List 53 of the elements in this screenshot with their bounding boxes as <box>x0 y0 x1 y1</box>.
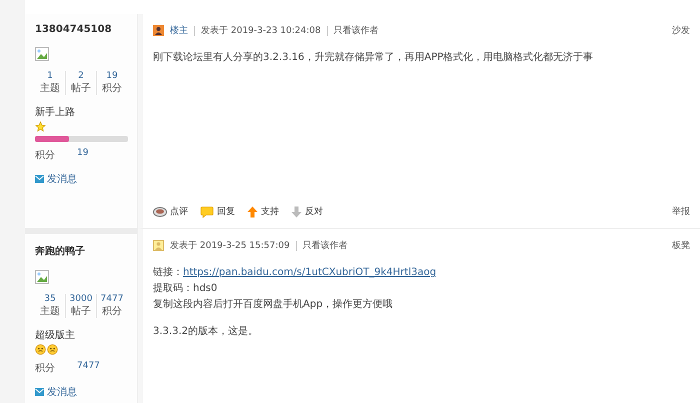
floor-number: 板凳 <box>672 240 690 252</box>
bowl-icon <box>153 206 167 216</box>
post-action[interactable]: 反对 <box>291 205 323 218</box>
username[interactable]: 奔跑的鸭子 <box>35 244 127 258</box>
stat-value[interactable]: 35 <box>44 294 56 304</box>
stat-label: 主题 <box>40 82 60 95</box>
smiley-icon <box>47 344 58 355</box>
stat-value[interactable]: 3000 <box>70 294 92 304</box>
stat-value[interactable]: 19 <box>106 71 118 81</box>
stat-label: 帖子 <box>71 82 91 95</box>
points-label: 积分 <box>35 149 55 162</box>
star-icon <box>35 121 46 132</box>
smiley-icon <box>35 344 46 355</box>
stat-value[interactable]: 7477 <box>100 294 124 304</box>
user-rank: 新手上路 <box>35 106 76 119</box>
stat-value[interactable]: 1 <box>47 71 53 81</box>
post-text: 复制这段内容后打开百度网盘手机App，操作更方便哦 <box>153 298 394 312</box>
stat-label: 主题 <box>40 304 60 318</box>
broken-image-icon <box>35 47 49 61</box>
share-link[interactable]: https://pan.baidu.com/s/1utCXubriOT_9k4Hrtl3aog <box>183 267 436 278</box>
stat-label: 帖子 <box>71 304 91 318</box>
post-text: 提取码：hds0 <box>153 282 218 296</box>
send-message-link[interactable]: 发消息 <box>35 172 127 186</box>
user-rank: 超级版主 <box>35 328 76 342</box>
author-only-link[interactable]: 只看该作者 <box>334 24 379 37</box>
user-icon <box>153 240 164 251</box>
mail-icon <box>35 175 44 183</box>
speech-bubble-icon <box>200 206 214 218</box>
floor-number: 沙发 <box>672 24 690 37</box>
report-link[interactable]: 举报 <box>672 205 690 218</box>
points-label: 积分 <box>35 362 55 375</box>
post-time: 发表于 2019-3-23 10:24:08 <box>201 24 321 37</box>
broken-image-icon <box>35 270 49 284</box>
stat-value[interactable]: 2 <box>78 71 84 81</box>
stat-label: 积分 <box>102 305 122 318</box>
post-time: 发表于 2019-3-25 15:57:09 <box>170 240 290 252</box>
post-action[interactable]: 回复 <box>200 205 235 218</box>
post-text: 刚下载论坛里有人分享的3.2.3.16，升完就存储异常了，再用APP格式化，用电脑格式化都无济于事 <box>153 51 594 65</box>
post-action[interactable]: 点评 <box>153 205 188 218</box>
post-text: 3.3.3.2的版本，这是。 <box>153 325 259 339</box>
post-action[interactable]: 支持 <box>247 205 279 218</box>
user-icon <box>153 25 164 36</box>
down-arrow-icon <box>291 206 302 218</box>
up-arrow-icon <box>247 206 258 218</box>
author-only-link[interactable]: 只看该作者 <box>302 239 348 252</box>
username[interactable]: 13804745108 <box>35 24 127 35</box>
points-value: 7477 <box>77 361 100 373</box>
stat-label: 积分 <box>102 82 122 95</box>
points-value: 19 <box>77 148 88 160</box>
author-label: 楼主 <box>170 24 188 37</box>
send-message-link[interactable]: 发消息 <box>35 385 127 399</box>
mail-icon <box>35 388 44 396</box>
link-line: 链接：https://pan.baidu.com/s/1utCXubriOT_9k4Hrtl3aog <box>153 266 438 280</box>
